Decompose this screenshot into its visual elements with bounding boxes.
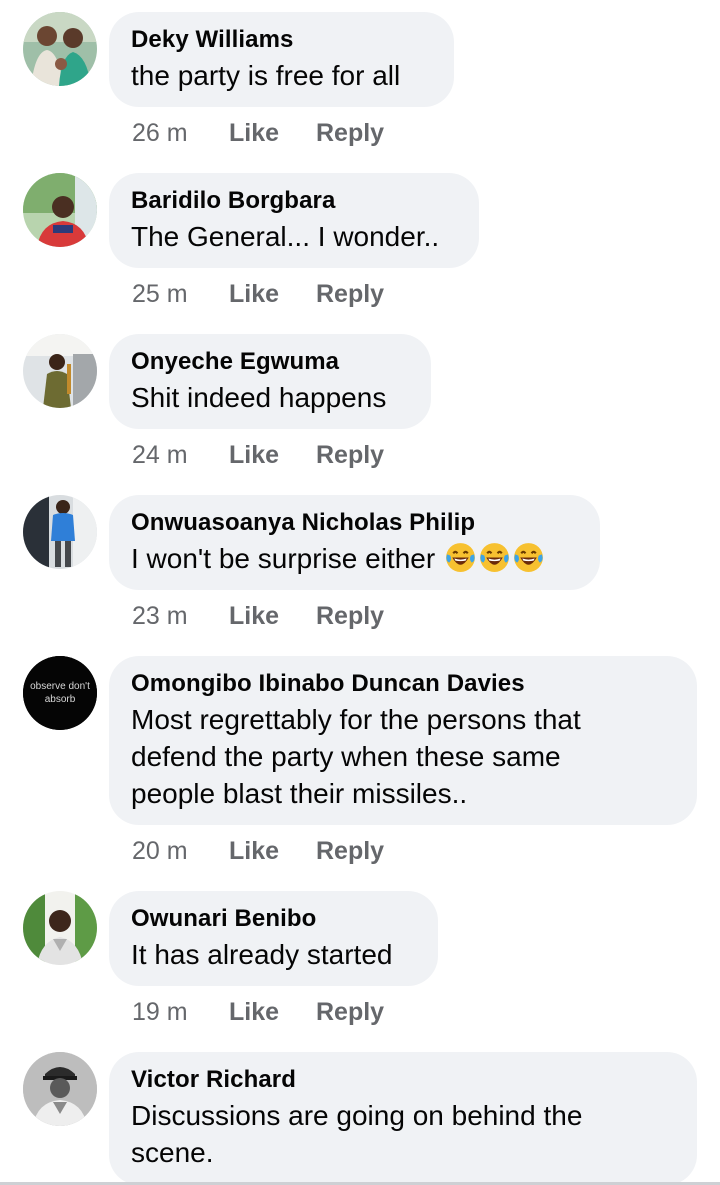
- comment-timestamp[interactable]: 26 m: [132, 116, 188, 150]
- comment-text: Shit indeed happens: [131, 382, 387, 413]
- comment-text-line: defend the party when these same: [131, 741, 561, 772]
- avatar[interactable]: [23, 891, 97, 965]
- like-button[interactable]: Like: [229, 277, 279, 311]
- laughing-tears-emoji-icon: [514, 543, 543, 572]
- like-button[interactable]: Like: [229, 599, 279, 633]
- avatar-text-line: absorb: [45, 694, 76, 705]
- comment-author[interactable]: Victor Richard: [131, 1065, 675, 1095]
- avatar[interactable]: [23, 334, 97, 408]
- avatar[interactable]: observe don't absorb: [23, 656, 97, 730]
- avatar[interactable]: [23, 495, 97, 569]
- comment-text: Most regrettably for the persons that de…: [131, 701, 675, 812]
- comment-timestamp[interactable]: 19 m: [132, 995, 188, 1029]
- avatar-black-text-logo-icon: observe don't absorb: [23, 656, 97, 730]
- avatar-man-blue-shirt-photo-icon: [23, 495, 97, 569]
- laughing-tears-emoji-icon: [446, 543, 475, 572]
- comment-bubble: Owunari Benibo It has already started: [109, 891, 438, 986]
- reply-button[interactable]: Reply: [316, 834, 384, 868]
- comment-timestamp[interactable]: 25 m: [132, 277, 188, 311]
- comment-author[interactable]: Omongibo Ibinabo Duncan Davies: [131, 669, 675, 699]
- comment-text: Discussions are going on behind the scen…: [131, 1097, 675, 1171]
- like-button[interactable]: Like: [229, 834, 279, 868]
- comment-timestamp[interactable]: 24 m: [132, 438, 188, 472]
- comment-text-line: Discussions are going on behind the: [131, 1100, 583, 1131]
- avatar-man-standing-photo-icon: [23, 334, 97, 408]
- avatar-uniformed-officer-photo-icon: [23, 1052, 97, 1126]
- comment-text: I won't be surprise either: [131, 540, 578, 577]
- comment-bubble: Deky Williams the party is free for all: [109, 12, 454, 107]
- reply-button[interactable]: Reply: [316, 995, 384, 1029]
- like-button[interactable]: Like: [229, 438, 279, 472]
- reply-button[interactable]: Reply: [316, 277, 384, 311]
- comment-bubble: Baridilo Borgbara The General... I wonde…: [109, 173, 479, 268]
- comment-timestamp[interactable]: 23 m: [132, 599, 188, 633]
- avatar[interactable]: [23, 1052, 97, 1126]
- comment-bubble: Onwuasoanya Nicholas Philip I won't be s…: [109, 495, 600, 590]
- avatar[interactable]: [23, 173, 97, 247]
- comment-text: the party is free for all: [131, 60, 401, 91]
- emoji-group: [443, 543, 545, 574]
- comment-timestamp[interactable]: 20 m: [132, 834, 188, 868]
- comment-author[interactable]: Onyeche Egwuma: [131, 347, 409, 377]
- comment-text-body: I won't be surprise either: [131, 543, 436, 574]
- comment-author[interactable]: Deky Williams: [131, 25, 432, 55]
- comment-bubble: Onyeche Egwuma Shit indeed happens: [109, 334, 431, 429]
- avatar-man-outdoor-photo-icon: [23, 173, 97, 247]
- comment-author[interactable]: Baridilo Borgbara: [131, 186, 457, 216]
- avatar-text-line: observe don't: [30, 681, 90, 692]
- reply-button[interactable]: Reply: [316, 438, 384, 472]
- comment-author[interactable]: Onwuasoanya Nicholas Philip: [131, 508, 578, 538]
- comment-author[interactable]: Owunari Benibo: [131, 904, 416, 934]
- comment-text-line: scene.: [131, 1137, 214, 1168]
- reply-button[interactable]: Reply: [316, 599, 384, 633]
- laughing-tears-emoji-icon: [480, 543, 509, 572]
- comment-text: The General... I wonder..: [131, 221, 440, 252]
- reply-button[interactable]: Reply: [316, 116, 384, 150]
- comment-bubble: Omongibo Ibinabo Duncan Davies Most regr…: [109, 656, 697, 825]
- like-button[interactable]: Like: [229, 116, 279, 150]
- like-button[interactable]: Like: [229, 995, 279, 1029]
- avatar-couple-photo-icon: [23, 12, 97, 86]
- avatar[interactable]: [23, 12, 97, 86]
- avatar-man-green-background-photo-icon: [23, 891, 97, 965]
- comment-bubble: Victor Richard Discussions are going on …: [109, 1052, 697, 1185]
- comment-text-line: people blast their missiles..: [131, 778, 468, 809]
- comment-text: It has already started: [131, 939, 393, 970]
- comment-text-line: Most regrettably for the persons that: [131, 704, 581, 735]
